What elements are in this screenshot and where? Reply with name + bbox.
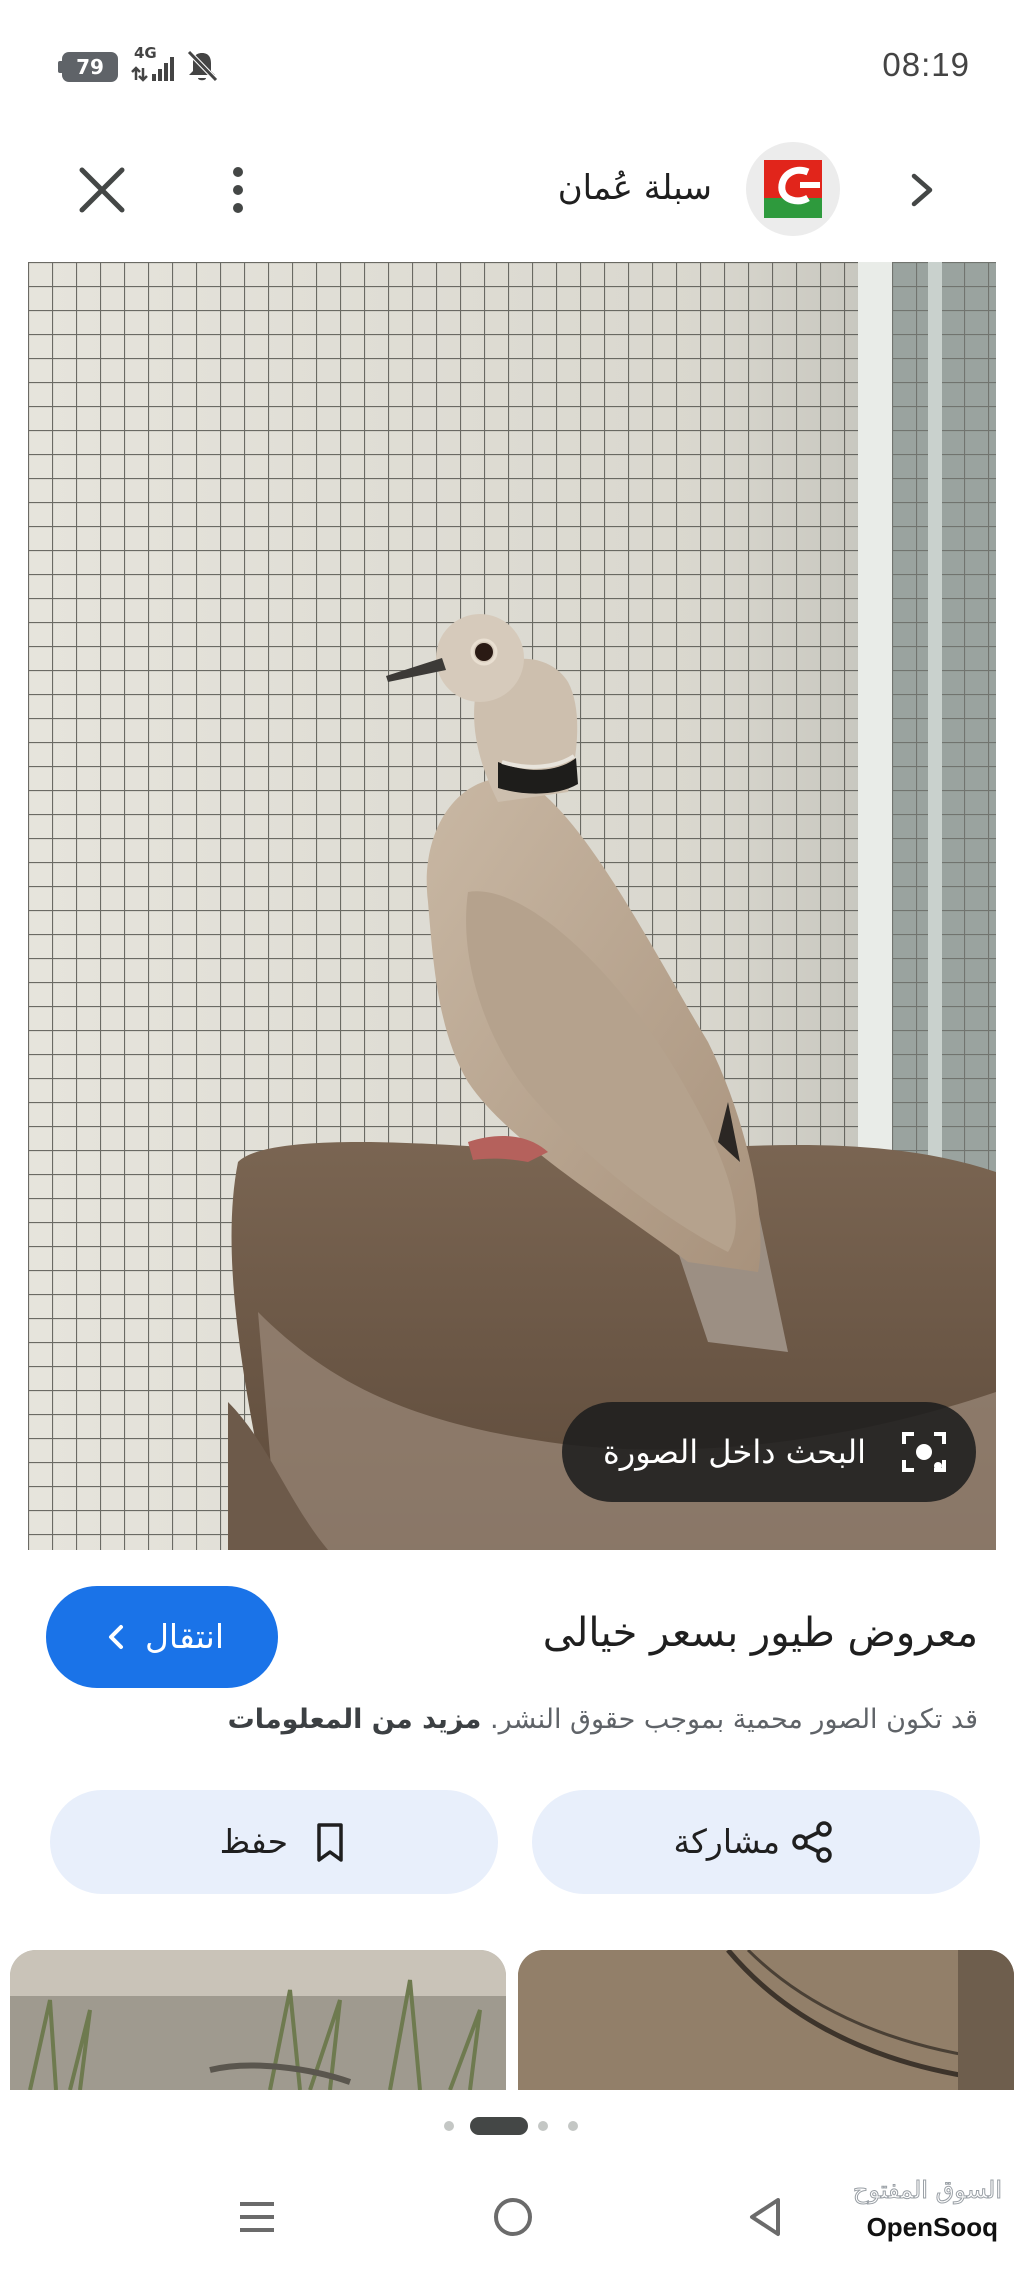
recent-apps-icon[interactable] — [234, 2194, 280, 2240]
back-icon[interactable] — [742, 2194, 788, 2240]
chevron-right-icon[interactable] — [900, 162, 944, 218]
watermark: السوق المفتوح OpenSooq — [850, 2176, 1010, 2256]
lens-camera-icon — [898, 1426, 950, 1478]
watermark-arabic: السوق المفتوح — [852, 2176, 1002, 2205]
related-image-thumbnail[interactable] — [10, 1950, 506, 2090]
close-icon[interactable] — [72, 160, 132, 220]
signal-icon: 4G — [128, 44, 176, 86]
more-info-link[interactable]: مزيد من المعلومات — [228, 1704, 482, 1735]
mute-icon — [184, 48, 220, 84]
bookmark-icon — [308, 1820, 352, 1864]
home-icon[interactable] — [490, 2194, 536, 2240]
visit-label: انتقال — [144, 1617, 224, 1656]
save-button[interactable]: حفظ — [50, 1790, 498, 1894]
share-button[interactable]: مشاركة — [532, 1790, 980, 1894]
pager-dot-active — [470, 2117, 528, 2135]
related-image-thumbnail[interactable] — [518, 1950, 1014, 2090]
battery-level: 79 — [76, 55, 104, 79]
clock: 08:19 — [882, 46, 970, 83]
pager-dot[interactable] — [568, 2121, 578, 2131]
copyright-notice: قد تكون الصور محمية بموجب حقوق النشر. مز… — [228, 1704, 978, 1735]
more-vert-icon[interactable] — [222, 160, 254, 220]
pager-dot[interactable] — [538, 2121, 548, 2131]
battery-icon: 79 — [58, 52, 118, 82]
image-pager — [440, 2116, 590, 2136]
watermark-latin: OpenSooq — [862, 2212, 1002, 2243]
bird-photo[interactable] — [28, 262, 996, 1550]
lens-label: البحث داخل الصورة — [602, 1433, 866, 1471]
save-label: حفظ — [219, 1822, 288, 1861]
result-title: معروض طيور بسعر خيالى — [542, 1610, 978, 1656]
visit-button[interactable]: انتقال — [46, 1586, 278, 1688]
site-name[interactable]: سبلة عُمان — [558, 168, 712, 208]
status-bar: 79 4G 08:19 — [0, 0, 1024, 130]
chevron-left-icon — [102, 1622, 132, 1652]
search-inside-image-button[interactable]: البحث داخل الصورة — [562, 1402, 976, 1502]
share-icon — [790, 1820, 834, 1864]
share-label: مشاركة — [673, 1822, 780, 1861]
pager-dot[interactable] — [444, 2121, 454, 2131]
copyright-text: قد تكون الصور محمية بموجب حقوق النشر. — [490, 1704, 978, 1735]
site-logo[interactable] — [746, 142, 840, 236]
top-bar: سبلة عُمان — [0, 130, 1024, 260]
